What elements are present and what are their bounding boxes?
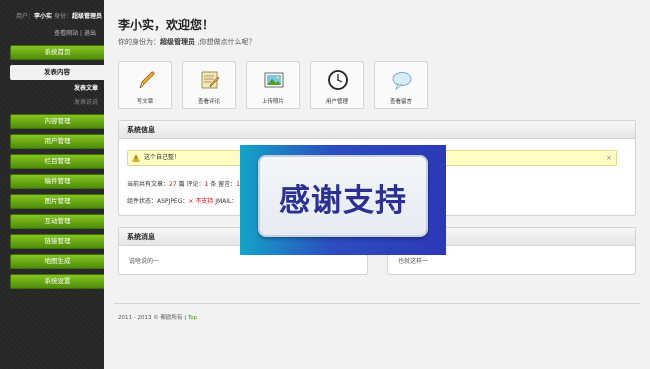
nav-item-content[interactable]: 内容管理 [10,114,104,129]
speech-bubble-icon [392,72,412,90]
quick-action-label: 用户管理 [325,99,348,105]
thanks-overlay-card: 感谢支持 [258,155,428,237]
alert-text: 这个自己整！ [144,154,181,161]
aspjpeg-label: ASPJPEG： [157,198,189,205]
nav-item-interaction[interactable]: 互动管理 [10,214,104,229]
role-suffix: ,你想做点什么呢？ [195,38,256,46]
nav-item-home[interactable]: 系统首页 [10,45,104,60]
quick-action-label: 写文章 [136,99,154,105]
warning-icon [132,154,140,162]
nav-item-users[interactable]: 用户管理 [10,134,104,149]
footer-text: 2011 - 2013 © 都欧所有 | [118,315,188,321]
nav-item-sitemap[interactable]: 地图生成 [10,254,104,269]
quick-action-comments[interactable]: 查看评论 [182,61,236,109]
close-icon[interactable]: × [606,151,612,165]
thanks-overlay-image: 感谢支持 [240,145,446,255]
back-to-top-link[interactable]: Top [188,315,197,321]
photo-upload-icon [264,72,284,88]
component-prefix: 组件状态： [127,198,158,205]
link-separator: | [80,30,83,37]
footer-divider [114,303,640,304]
role-prefix: 你的身份为： [118,38,160,46]
message-text-left: 说啥说的一 [129,258,160,265]
user-links: 查看网站 | 退出 [54,28,96,37]
view-site-link[interactable]: 查看网站 [54,30,78,37]
user-name: 李小实 [34,13,53,20]
quick-action-view-messages[interactable]: 查看留言 [374,61,428,109]
greeting-title: 李小实，欢迎您！ [118,18,215,32]
quick-action-label: 查看评论 [197,99,220,105]
comment-label: 篇 评论： [176,181,205,188]
sidebar: 用户：李小实 身份：超级管理员 查看网站 | 退出 系统首页 发表内容 发表文章… [0,0,104,369]
role-name: 超级管理员 [71,13,102,20]
logout-link[interactable]: 退出 [84,30,96,37]
user-info: 用户：李小实 身份：超级管理员 [16,11,102,20]
role-value: 超级管理员 [160,38,195,46]
user-label: 用户： [16,13,35,20]
stats-prefix: 当前共有文章： [127,181,170,188]
clock-icon [328,70,348,90]
system-info-title: 系统信息 [119,121,635,139]
nav-item-settings[interactable]: 系统设置 [10,274,104,289]
nav-item-publish[interactable]: 发表内容 [10,65,104,80]
quick-action-label: 查看留言 [389,99,412,105]
quick-action-user-manage[interactable]: 用户管理 [310,61,364,109]
sub-item-publish-talk[interactable]: 发表说说 [74,97,98,106]
aspjpeg-status: × 不支持 [188,198,214,205]
message-label: 条 留言： [208,181,237,188]
jmail-label: JMAIL： [213,198,238,205]
role-label: 身份： [53,13,72,20]
component-line: 组件状态：ASPJPEG：× 不支持 JMAIL： [127,196,237,205]
nav-item-links[interactable]: 链接管理 [10,234,104,249]
quick-action-upload-photo[interactable]: 上传照片 [246,61,300,109]
role-line: 你的身份为：超级管理员 ,你想做点什么呢？ [118,37,255,47]
thanks-overlay-text: 感谢支持 [279,183,407,219]
quick-action-label: 上传照片 [261,99,284,105]
comment-edit-icon [201,71,220,89]
nav-item-manuscripts[interactable]: 稿件管理 [10,174,104,189]
article-count: 27 [169,181,177,188]
pencil-icon [139,71,155,89]
message-text-right: 也就这样一 [398,258,429,265]
sub-item-publish-article[interactable]: 发表文章 [74,83,98,92]
nav-item-images[interactable]: 图片管理 [10,194,104,209]
nav-item-columns[interactable]: 栏目管理 [10,154,104,169]
stats-line: 当前共有文章：27 篇 评论：1 条 留言：1 [127,179,240,188]
quick-action-write[interactable]: 写文章 [118,61,172,109]
footer: 2011 - 2013 © 都欧所有 | Top [118,313,197,321]
